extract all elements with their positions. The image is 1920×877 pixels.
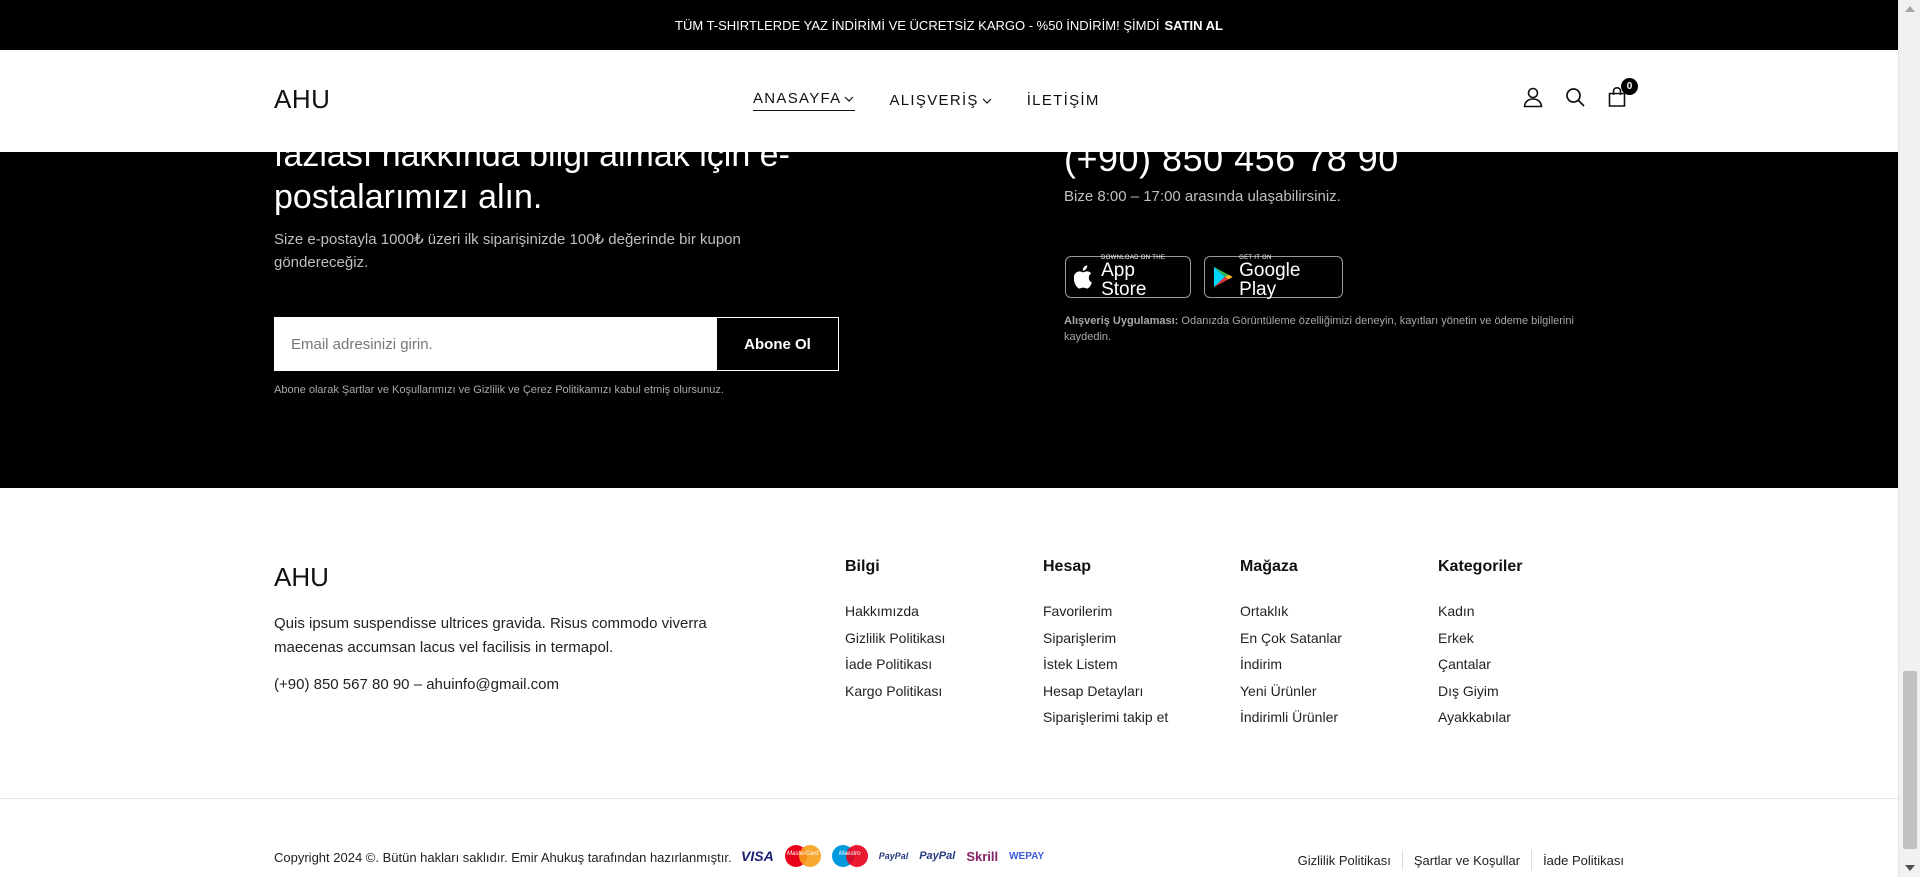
cart-icon[interactable]: 0 [1606,78,1638,108]
footer-link[interactable]: Dış Giyim [1438,678,1522,705]
footer-column-magaza: Mağaza Ortaklık En Çok Satanlar İndirim … [1240,558,1342,731]
footer-link[interactable]: Yeni Ürünler [1240,678,1342,705]
legal-link-privacy[interactable]: Gizlilik Politikası [1298,853,1391,868]
footer-link[interactable]: Favorilerim [1043,598,1168,625]
footer-link[interactable]: Erkek [1438,625,1522,652]
search-icon[interactable] [1564,86,1586,108]
footer-column-title: Bilgi [845,558,880,575]
footer-link[interactable]: Çantalar [1438,651,1522,678]
newsletter-heading: fazlası hakkında bilgi almak için e-post… [274,152,790,216]
app-store-button[interactable]: Download on the App Store [1065,255,1191,300]
footer-link[interactable]: Gizlilik Politikası [845,625,945,652]
google-play-icon [1213,266,1233,288]
google-play-text: GET IT ON Google Play [1239,255,1301,300]
logo[interactable]: AHU [274,84,330,115]
nav-label: İLETİŞİM [1026,92,1100,109]
wepay-icon: WEPAY [1009,850,1045,862]
footer-divider [0,798,1898,799]
footer-column-kategoriler: Kategoriler Kadın Erkek Çantalar Dış Giy… [1438,558,1522,731]
contact-hours: Bize 8:00 – 17:00 arasında ulaşabilirsin… [1064,188,1341,205]
footer-link[interactable]: İstek Listem [1043,651,1168,678]
mastercard-icon: MasterCard [784,845,821,867]
footer-column-title: Mağaza [1240,558,1298,575]
footer-column-title: Kategoriler [1438,558,1523,575]
app-store-badges: Download on the App Store GET IT ON Goog… [1065,255,1343,300]
legal-link-returns[interactable]: İade Politikası [1543,853,1624,868]
nav-item-alisveris[interactable]: ALIŞVERİŞ [889,90,992,111]
footer-column-hesap: Hesap Favorilerim Siparişlerim İstek Lis… [1043,558,1168,731]
nav-item-iletisim[interactable]: İLETİŞİM [1027,90,1100,111]
app-note: Alışveriş Uygulaması: Odanızda Görüntüle… [1064,313,1594,345]
payment-methods: VISA MasterCard Maestro PayPal PayPal Sk… [741,845,1044,867]
nav-label: ALIŞVERİŞ [889,92,979,109]
cart-count-badge: 0 [1621,78,1638,95]
paypal-icon: PayPal [878,851,909,861]
footer-link[interactable]: Hesap Detayları [1043,678,1168,705]
visa-icon: VISA [741,848,774,864]
footer-link[interactable]: İndirim [1240,651,1342,678]
contact-phone: (+90) 850 456 78 90 [1064,152,1399,179]
newsletter-form: Abone Ol [274,317,839,371]
google-play-button[interactable]: GET IT ON Google Play [1204,255,1343,300]
footer-link[interactable]: Ortaklık [1240,598,1342,625]
nav-item-anasayfa[interactable]: ANASAYFA [753,90,856,111]
header-actions: 0 [1522,78,1638,108]
footer-column-bilgi: Bilgi Hakkımızda Gizlilik Politikası İad… [845,558,945,704]
page-scrollbar[interactable] [1898,0,1920,877]
newsletter-subtext: Size e-postayla 1000₺ üzeri ilk siparişi… [274,231,741,271]
chevron-down-icon [845,96,854,102]
maestro-icon: Maestro [831,845,868,867]
footer-logo[interactable]: AHU [274,562,329,593]
user-icon[interactable] [1522,86,1544,108]
footer-link[interactable]: Siparişlerim [1043,625,1168,652]
newsletter-section: fazlası hakkında bilgi almak için e-post… [0,152,1898,488]
footer-link[interactable]: İade Politikası [845,651,945,678]
main-nav: ANASAYFA ALIŞVERİŞ İLETİŞİM [753,90,1100,111]
chevron-down-icon [982,98,992,104]
footer-link[interactable]: İndirimli Ürünler [1240,704,1342,731]
newsletter-terms: Abone olarak Şartlar ve Koşullarımızı ve… [274,384,724,396]
scrollbar-thumb[interactable] [1903,671,1917,849]
email-input[interactable] [275,318,717,370]
scroll-up-arrow-icon[interactable] [1905,6,1915,12]
announcement-cta-link[interactable]: SATIN AL [1164,18,1223,33]
nav-label: ANASAYFA [753,90,842,107]
page: TÜM T-SHIRTLERDE YAZ İNDİRİMİ VE ÜCRETSİ… [0,0,1898,877]
app-store-text: Download on the App Store [1101,255,1166,300]
copyright-text: Copyright 2024 ©. Bütün hakları saklıdır… [274,850,732,865]
legal-separator [1401,850,1403,870]
subscribe-button[interactable]: Abone Ol [717,318,838,370]
scroll-down-arrow-icon[interactable] [1905,865,1915,871]
announcement-text: TÜM T-SHIRTLERDE YAZ İNDİRİMİ VE ÜCRETSİ… [675,17,1160,33]
legal-link-terms[interactable]: Şartlar ve Koşullar [1414,853,1520,868]
skrill-icon: Skrill [966,848,999,864]
legal-links: Gizlilik Politikası Şartlar ve Koşullar … [1298,850,1624,870]
footer-link[interactable]: Hakkımızda [845,598,945,625]
site-header: AHU ANASAYFA ALIŞVERİŞ İLETİŞİM 0 [0,50,1898,152]
paypal-icon: PayPal [919,850,956,862]
announcement-bar: TÜM T-SHIRTLERDE YAZ İNDİRİMİ VE ÜCRETSİ… [0,0,1898,50]
footer-link[interactable]: Kargo Politikası [845,678,945,705]
app-note-label: Alışveriş Uygulaması: [1064,315,1179,327]
footer-description: Quis ipsum suspendisse ultrices gravida.… [274,615,707,656]
footer-link[interactable]: Ayakkabılar [1438,704,1522,731]
legal-separator [1531,850,1533,870]
footer-link[interactable]: En Çok Satanlar [1240,625,1342,652]
footer-contact: (+90) 850 567 80 90 – ahuinfo@gmail.com [274,676,559,693]
footer-link[interactable]: Siparişlerimi takip et [1043,704,1168,731]
apple-icon [1074,265,1092,289]
footer-link[interactable]: Kadın [1438,598,1522,625]
footer-column-title: Hesap [1043,558,1092,575]
